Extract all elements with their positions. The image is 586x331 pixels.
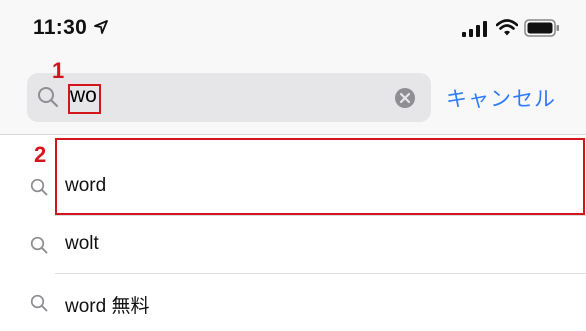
suggestion-item-3[interactable]: word 無料 [0, 274, 586, 331]
annotation-number-1: 1 [52, 58, 65, 83]
annotation-box-1 [68, 84, 101, 114]
search-icon [38, 87, 59, 108]
wifi-icon [496, 19, 518, 36]
header-divider [0, 134, 586, 135]
search-icon [30, 294, 48, 312]
suggestion-label: wolt [65, 233, 99, 254]
location-arrow-icon [94, 20, 108, 34]
suggestion-label: word 無料 [65, 296, 150, 317]
search-icon [30, 236, 48, 254]
signal-icon [462, 21, 487, 37]
annotation-box-2 [55, 138, 585, 215]
battery-icon [524, 19, 559, 37]
status-time: 11:30 [33, 16, 88, 39]
search-icon [30, 178, 48, 196]
clear-text-icon[interactable] [394, 87, 416, 109]
annotation-number-2: 2 [34, 142, 47, 167]
cancel-button[interactable]: キャンセル [446, 83, 556, 113]
suggestion-item-2[interactable]: wolt [0, 216, 586, 273]
